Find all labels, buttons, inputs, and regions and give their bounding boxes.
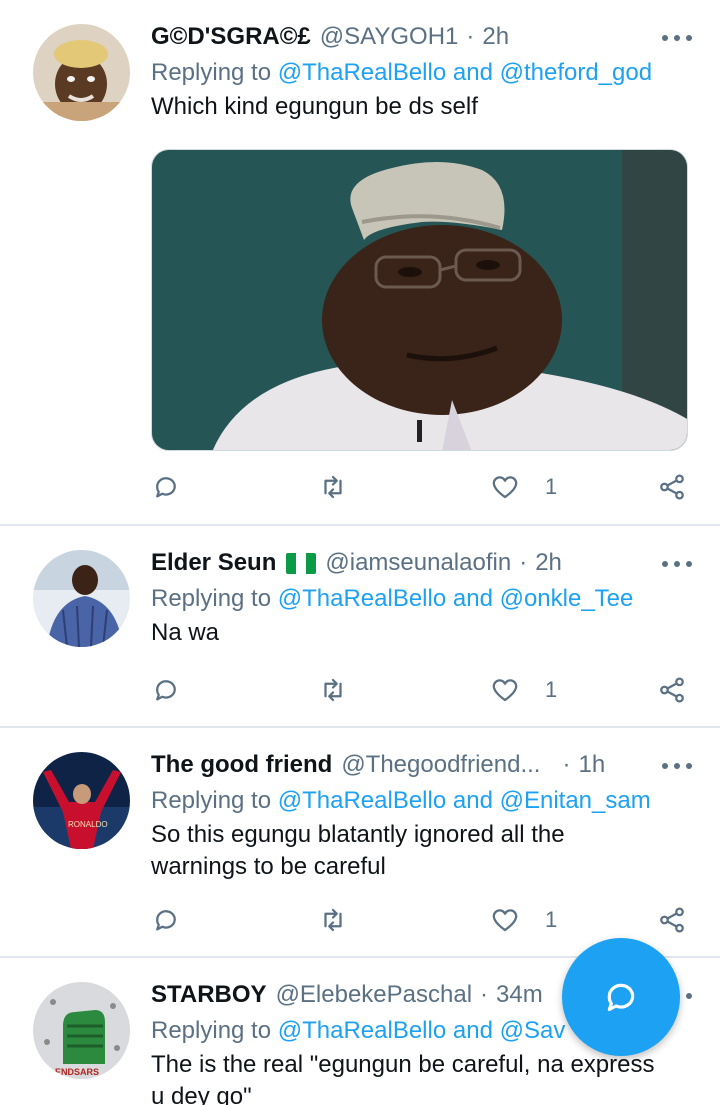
tweet-text: Which kind egungun be ds self bbox=[151, 93, 478, 120]
reply-icon bbox=[156, 910, 176, 931]
share-icon bbox=[660, 907, 684, 933]
retweet-icon bbox=[324, 908, 342, 932]
separator-dot: · bbox=[562, 751, 571, 778]
display-name[interactable]: The good friend bbox=[151, 751, 332, 779]
replying-prefix: Replying to bbox=[151, 585, 272, 612]
mention-conjunction[interactable]: and bbox=[453, 585, 493, 612]
tweet[interactable]: G©D'SGRA©£ @SAYGOH1 · 2h Replying to @Th… bbox=[0, 0, 720, 526]
reply-icon bbox=[156, 680, 176, 701]
timestamp[interactable]: 2h bbox=[482, 23, 509, 51]
avatar[interactable]: RONALDO bbox=[33, 752, 130, 849]
replying-prefix: Replying to bbox=[151, 787, 272, 814]
like-button[interactable]: 1 bbox=[490, 470, 557, 504]
mention-link[interactable]: @onkle_Tee bbox=[500, 585, 634, 612]
compose-reply-icon bbox=[607, 983, 635, 1012]
tweet-text-line: So this egungu blatantly ignored all the bbox=[151, 821, 565, 848]
avatar[interactable]: ENDSARS bbox=[33, 982, 130, 1079]
reply-button[interactable] bbox=[151, 470, 181, 504]
retweet-button[interactable] bbox=[318, 470, 348, 504]
like-button[interactable]: 1 bbox=[490, 673, 557, 707]
share-icon bbox=[660, 677, 684, 703]
share-button[interactable] bbox=[657, 673, 687, 707]
user-handle[interactable]: @ElebekePaschal bbox=[276, 981, 472, 1009]
user-handle[interactable]: @iamseunalaofin bbox=[325, 549, 511, 577]
heart-icon bbox=[492, 909, 518, 932]
reply-button[interactable] bbox=[151, 673, 181, 707]
tweet-text-line: warnings to be careful bbox=[151, 853, 386, 880]
mention-link[interactable]: @theford_god bbox=[500, 59, 652, 86]
replying-to: Replying to @ThaRealBello and @Enitan_sa… bbox=[151, 784, 692, 818]
replying-prefix: Replying to bbox=[151, 59, 272, 86]
mention-conjunction[interactable]: and bbox=[453, 59, 493, 86]
replying-to: Replying to @ThaRealBello and @onkle_Tee bbox=[151, 582, 692, 616]
compose-reply-button[interactable] bbox=[562, 938, 680, 1056]
avatar[interactable] bbox=[33, 550, 130, 647]
mention-link[interactable]: @ThaRealBello bbox=[278, 585, 446, 612]
tweet[interactable]: Elder Seun @iamseunalaofin · 2h Replying… bbox=[0, 526, 720, 728]
more-options-icon[interactable] bbox=[662, 554, 692, 574]
mention-conjunction[interactable]: and bbox=[453, 1017, 493, 1044]
heart-icon bbox=[492, 679, 518, 702]
retweet-button[interactable] bbox=[318, 903, 348, 937]
more-options-icon[interactable] bbox=[662, 756, 692, 776]
share-icon bbox=[660, 474, 684, 500]
separator-dot: · bbox=[480, 981, 489, 1008]
separator-dot: · bbox=[519, 549, 528, 576]
tweet[interactable]: RONALDO The good friend @Thegoodfriend..… bbox=[0, 728, 720, 958]
display-name[interactable]: G©D'SGRA©£ bbox=[151, 23, 311, 51]
tweet-text: Na wa bbox=[151, 619, 220, 646]
display-name[interactable]: STARBOY bbox=[151, 981, 267, 1009]
mention-link[interactable]: @ThaRealBello bbox=[278, 787, 446, 814]
mention-link[interactable]: @ThaRealBello bbox=[278, 59, 446, 86]
like-count: 1 bbox=[545, 474, 558, 499]
retweet-icon bbox=[324, 678, 342, 702]
avatar[interactable] bbox=[33, 24, 130, 121]
mention-link[interactable]: @Sav bbox=[500, 1017, 566, 1044]
retweet-button[interactable] bbox=[318, 673, 348, 707]
timestamp[interactable]: 34m bbox=[496, 981, 543, 1009]
mention-link[interactable]: @ThaRealBello bbox=[278, 1017, 446, 1044]
avatar-text: ENDSARS bbox=[55, 1067, 99, 1077]
replying-to: Replying to @ThaRealBello and @theford_g… bbox=[151, 56, 692, 90]
replying-prefix: Replying to bbox=[151, 1017, 272, 1044]
mention-link[interactable]: @Enitan_sam bbox=[500, 787, 651, 814]
tweet-text-line: u dey go" bbox=[151, 1083, 252, 1105]
svg-text:RONALDO: RONALDO bbox=[68, 820, 108, 829]
reply-button[interactable] bbox=[151, 903, 181, 937]
mention-conjunction[interactable]: and bbox=[453, 787, 493, 814]
tweet-image[interactable] bbox=[151, 149, 688, 451]
tweet-text: The is the real "egungun be careful, na … bbox=[151, 1049, 692, 1105]
heart-icon bbox=[492, 476, 518, 499]
nigeria-flag-icon bbox=[286, 552, 317, 574]
share-button[interactable] bbox=[657, 470, 687, 504]
reply-icon bbox=[156, 477, 176, 498]
user-handle[interactable]: @Thegoodfriend... bbox=[341, 751, 540, 779]
separator-dot: · bbox=[466, 23, 475, 50]
timestamp[interactable]: 1h bbox=[578, 751, 605, 779]
retweet-icon bbox=[324, 475, 342, 499]
share-button[interactable] bbox=[657, 903, 687, 937]
timestamp[interactable]: 2h bbox=[535, 549, 562, 577]
user-handle[interactable]: @SAYGOH1 bbox=[320, 23, 459, 51]
tweet-text: So this egungu blatantly ignored all the… bbox=[151, 819, 692, 883]
like-count: 1 bbox=[545, 907, 558, 932]
like-button[interactable]: 1 bbox=[490, 903, 557, 937]
like-count: 1 bbox=[545, 677, 558, 702]
more-options-icon[interactable] bbox=[662, 28, 692, 48]
display-name[interactable]: Elder Seun bbox=[151, 549, 276, 577]
